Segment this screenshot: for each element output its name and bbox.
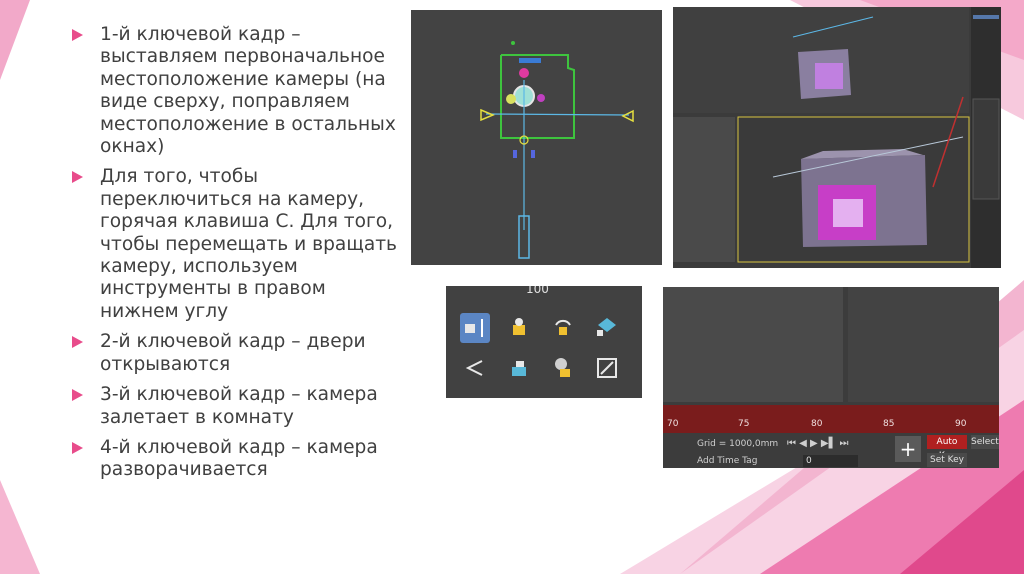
tick-label: 75 xyxy=(738,419,750,429)
orbit-camera-2-icon xyxy=(555,358,570,377)
field-of-view-button[interactable] xyxy=(460,353,490,383)
left-decoration xyxy=(0,0,40,574)
bullet-item: 2-й ключевой кадр – двери открываются xyxy=(68,331,403,376)
nav-readout: 100 xyxy=(526,286,549,296)
orbit-camera-icon xyxy=(555,319,571,335)
add-time-tag[interactable]: Add Time Tag xyxy=(697,456,757,466)
bullet-arrow-icon xyxy=(72,336,83,349)
top-view-screenshot xyxy=(411,10,662,265)
truck-camera-icon xyxy=(513,318,525,335)
perspective-scene xyxy=(673,7,1001,268)
bullet-arrow-icon xyxy=(72,29,83,41)
field-of-view-icon xyxy=(465,360,483,376)
viewport-area-2 xyxy=(848,287,999,402)
time-slider-track[interactable]: 70 75 80 85 90 xyxy=(663,405,999,433)
tick-label: 85 xyxy=(883,419,895,429)
bullet-arrow-icon xyxy=(72,441,83,454)
orbit-camera-2-button[interactable] xyxy=(548,353,578,383)
bullet-list: 1-й ключевой кадр – выставляем первонача… xyxy=(68,24,403,490)
maximize-viewport-button[interactable] xyxy=(592,353,622,383)
camera-navigation-panel: 100 xyxy=(446,286,642,398)
playback-controls[interactable]: ⏮ ◀ ▶ ▶▌ ⏭ xyxy=(787,438,848,449)
grid-readout: Grid = 1000,0mm xyxy=(697,439,779,449)
viewport-area xyxy=(663,287,843,402)
roll-camera-button[interactable] xyxy=(592,313,622,343)
set-key-button[interactable]: Set Key xyxy=(927,453,967,467)
bullet-item: Для того, чтобы переключиться на камеру,… xyxy=(68,166,403,323)
auto-key-button[interactable]: Auto Key xyxy=(927,435,967,461)
bullet-arrow-icon xyxy=(72,171,83,184)
tick-label: 80 xyxy=(811,419,823,429)
add-key-button[interactable]: + xyxy=(895,436,921,462)
perspective-view-screenshot xyxy=(673,7,1001,268)
pan-camera-icon xyxy=(512,361,526,376)
bullet-item: 4-й ключевой кадр – камера разворачивает… xyxy=(68,437,403,482)
tick-label: 90 xyxy=(955,419,967,429)
dolly-camera-icon xyxy=(465,319,483,337)
bullet-arrow-icon xyxy=(72,389,83,402)
selected-dropdown[interactable]: Selecte xyxy=(971,435,999,449)
top-view-scene xyxy=(480,41,634,259)
pan-camera-button[interactable] xyxy=(504,353,534,383)
bullet-item: 3-й ключевой кадр – камера залетает в ко… xyxy=(68,384,403,429)
truck-camera-button[interactable] xyxy=(504,313,534,343)
orbit-camera-button[interactable] xyxy=(548,313,578,343)
frame-field[interactable]: 0 xyxy=(803,455,858,467)
timeline-screenshot: 70 75 80 85 90 Grid = 1000,0mm ⏮ ◀ ▶ ▶▌ … xyxy=(663,287,999,468)
roll-camera-icon xyxy=(597,318,616,336)
dolly-camera-button[interactable] xyxy=(460,313,490,343)
bullet-item: 1-й ключевой кадр – выставляем первонача… xyxy=(68,24,403,158)
maximize-viewport-icon xyxy=(597,358,617,378)
tick-label: 70 xyxy=(667,419,679,429)
